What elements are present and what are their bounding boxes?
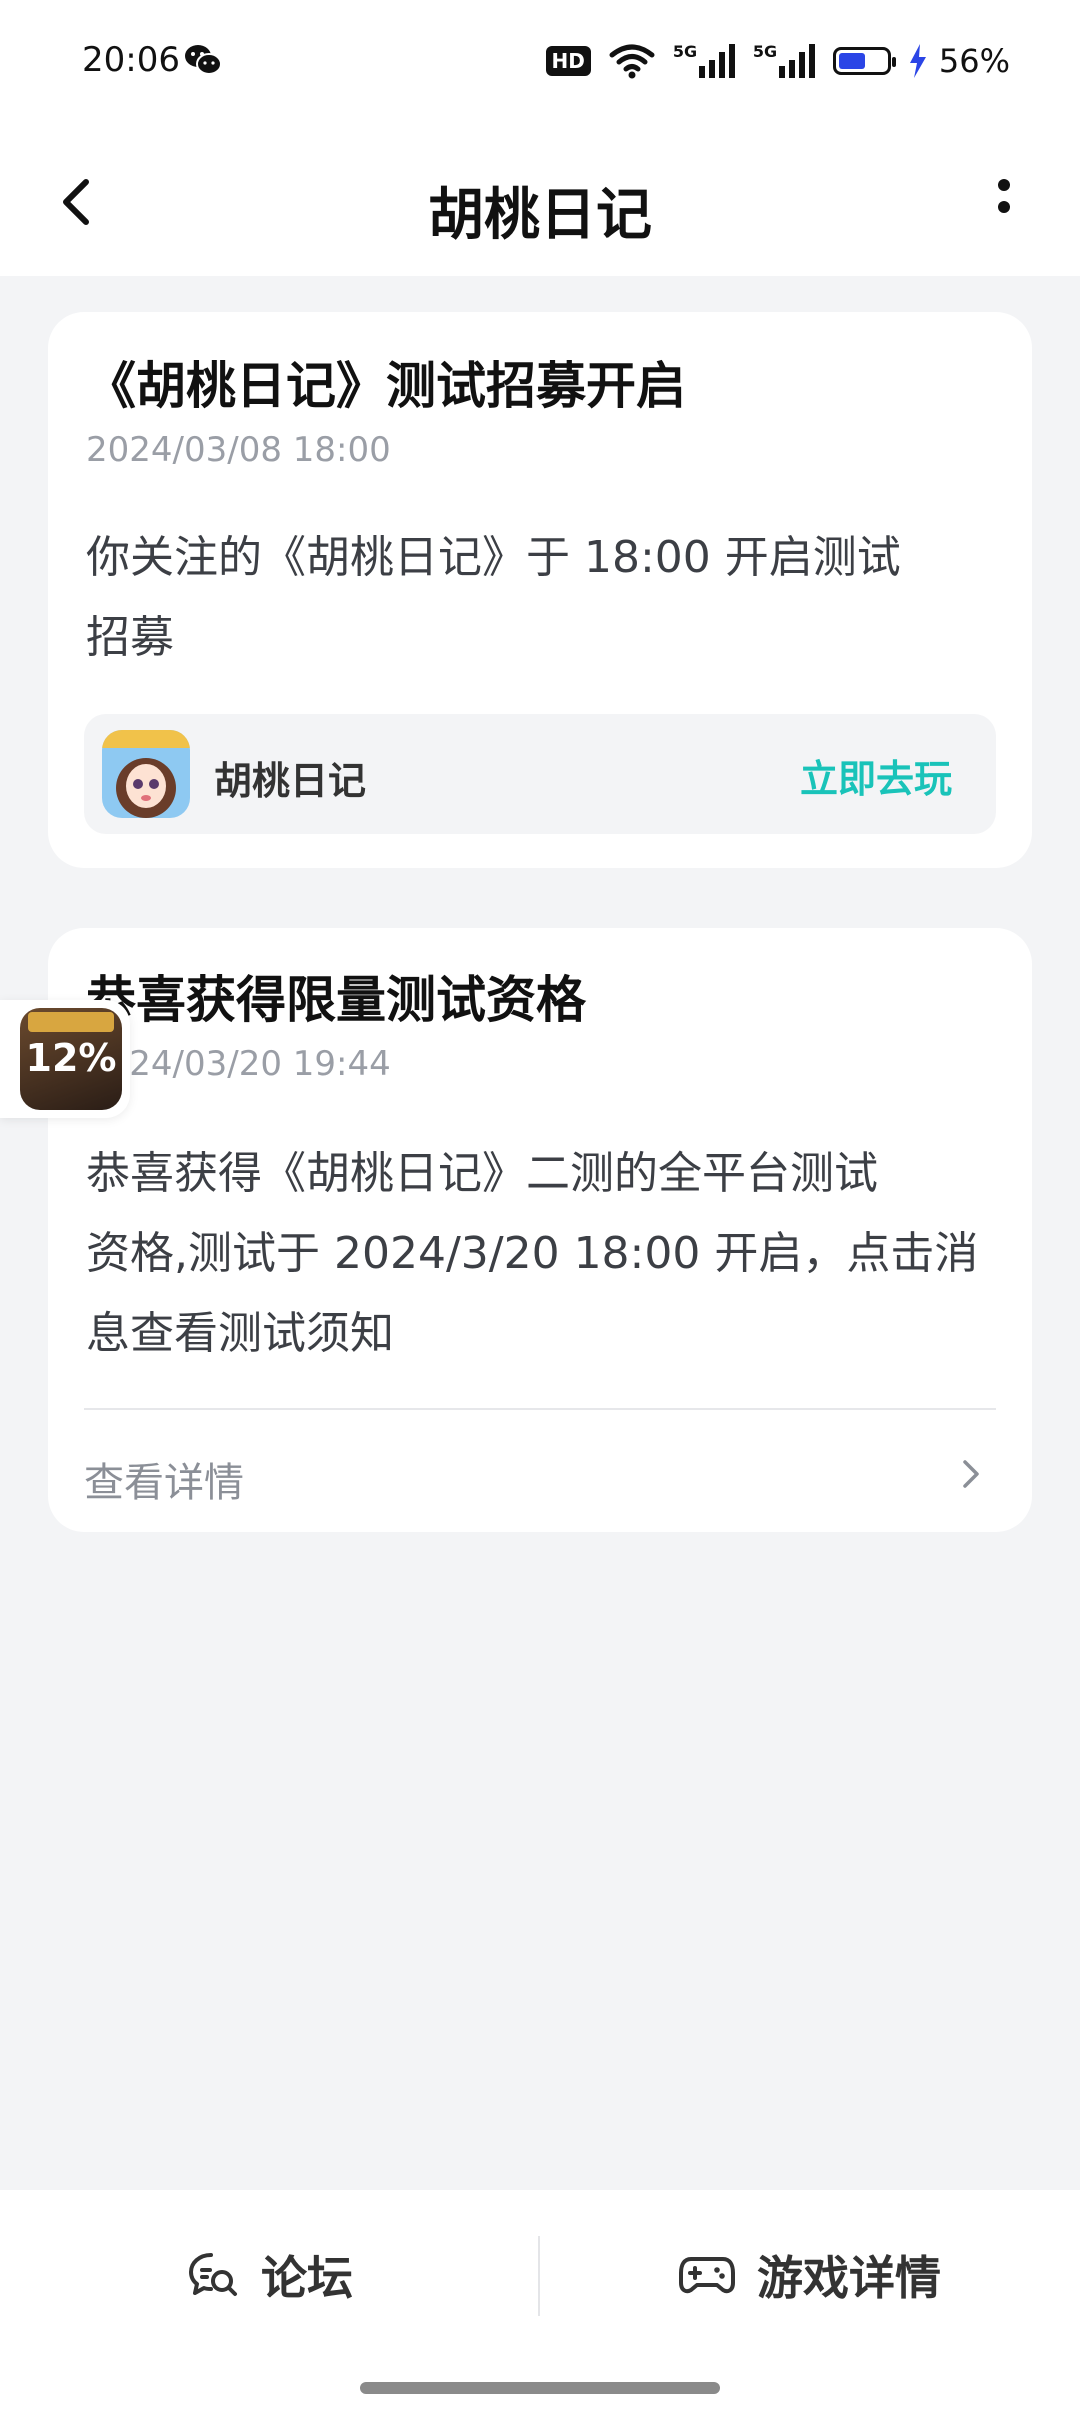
signal-5g-label: 5G <box>752 42 778 61</box>
card-body-line: 恭喜获得《胡桃日记》二测的全平台测试 <box>86 1148 878 1199</box>
status-bar: 20:06 HD 5G 5G 56% <box>0 0 1080 126</box>
card-title: 《胡桃日记》测试招募开启 <box>86 357 686 415</box>
more-vertical-icon <box>998 179 1010 213</box>
home-indicator[interactable] <box>360 2382 720 2394</box>
card-body-line: 招募 <box>86 612 174 663</box>
game-icon-banner <box>28 1012 114 1032</box>
forum-button[interactable]: 论坛 <box>0 2190 540 2360</box>
card-body-line: 你关注的《胡桃日记》于 18:00 开启测试 <box>86 532 901 583</box>
signal-icon: 5G <box>752 42 815 78</box>
wechat-icon <box>185 45 222 75</box>
wifi-icon <box>609 44 655 79</box>
hd-badge: HD <box>545 46 591 76</box>
charging-icon <box>909 44 926 78</box>
card-body-line: 息查看测试须知 <box>86 1308 394 1359</box>
card-title: 恭喜获得限量测试资格 <box>86 971 586 1029</box>
status-right-group: HD 5G 5G 56% <box>545 38 1010 84</box>
battery-percent: 56% <box>938 42 1010 80</box>
card-body: 你关注的《胡桃日记》于 18:00 开启测试 招募 <box>86 518 996 678</box>
view-details-label: 查看详情 <box>84 1460 244 1506</box>
divider <box>84 1408 996 1410</box>
app-header: 胡桃日记 <box>0 126 1080 276</box>
battery-icon <box>832 47 896 75</box>
view-details-link[interactable]: 查看详情 <box>84 1428 996 1518</box>
message-card: 《胡桃日记》测试招募开启 2024/03/08 18:00 你关注的《胡桃日记》… <box>48 312 1032 868</box>
game-icon <box>102 730 190 818</box>
signal-5g-label: 5G <box>672 42 698 61</box>
chat-search-icon <box>189 2253 237 2296</box>
gamepad-icon <box>679 2257 735 2294</box>
more-options-button[interactable] <box>964 162 1044 242</box>
card-date: 2024/03/08 18:00 <box>86 430 391 470</box>
card-body-line: 资格,测试于 2024/3/20 18:00 开启，点击消 <box>86 1228 979 1279</box>
game-entry[interactable]: 胡桃日记 立即去玩 <box>84 714 996 834</box>
message-card[interactable]: 恭喜获得限量测试资格 2024/03/20 19:44 恭喜获得《胡桃日记》二测… <box>48 928 1032 1532</box>
bottom-bar: 论坛 游戏详情 <box>0 2190 1080 2412</box>
game-details-label: 游戏详情 <box>757 2251 941 2305</box>
card-date: 2024/03/20 19:44 <box>86 1044 391 1084</box>
download-progress-text: 12% <box>25 1036 117 1080</box>
chevron-right-icon <box>963 1460 979 1488</box>
game-details-button[interactable]: 游戏详情 <box>540 2190 1080 2360</box>
forum-label: 论坛 <box>261 2251 353 2305</box>
game-icon: 12% <box>20 1008 122 1110</box>
page-title: 胡桃日记 <box>428 183 652 248</box>
card-body: 恭喜获得《胡桃日记》二测的全平台测试 资格,测试于 2024/3/20 18:0… <box>86 1134 996 1374</box>
signal-icon: 5G <box>672 42 735 78</box>
game-name: 胡桃日记 <box>214 759 367 803</box>
status-time: 20:06 <box>82 40 180 80</box>
battery-fill <box>838 53 865 69</box>
download-progress-float[interactable]: 12% <box>0 1000 130 1118</box>
play-now-button[interactable]: 立即去玩 <box>800 748 952 803</box>
